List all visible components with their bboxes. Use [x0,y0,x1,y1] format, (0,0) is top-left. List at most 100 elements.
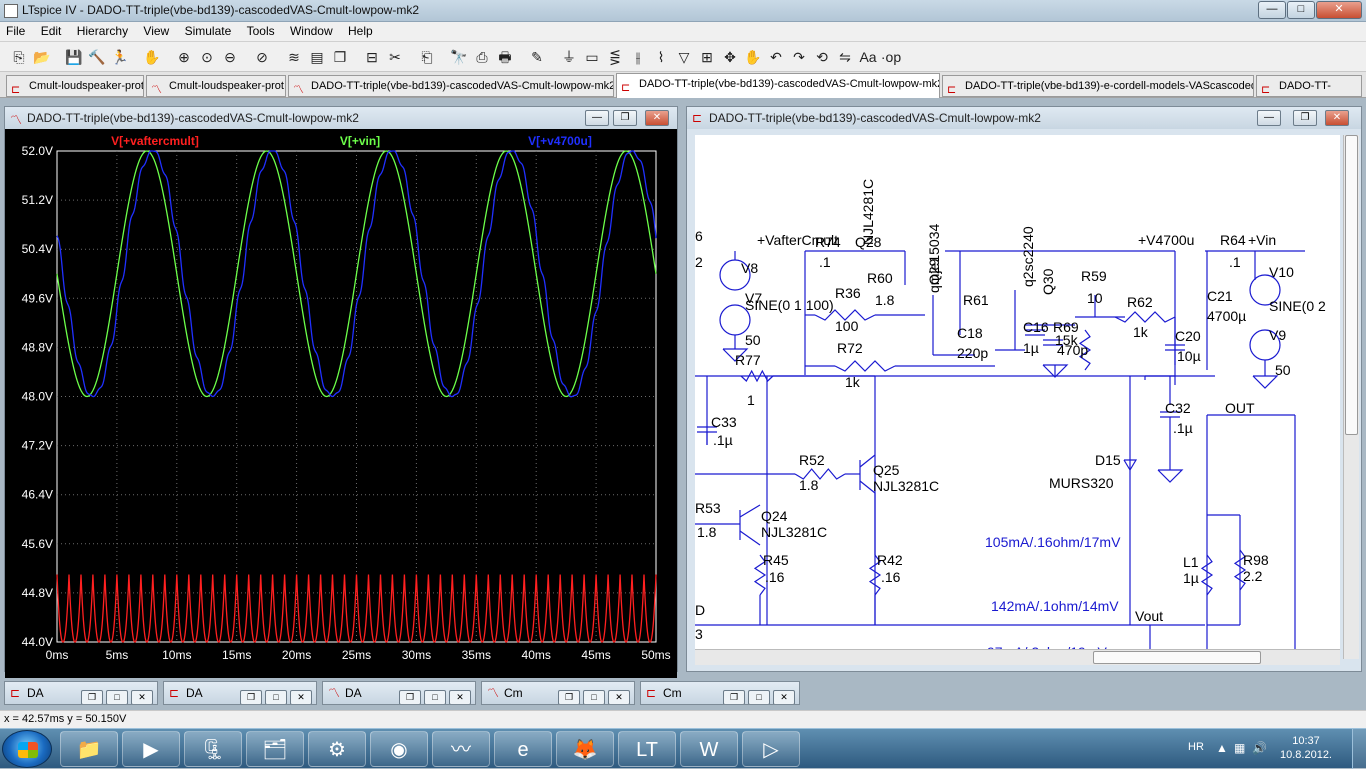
menu-window[interactable]: Window [284,22,339,40]
ground-symbol[interactable] [1252,375,1279,389]
volume-icon[interactable]: 🔊 [1252,741,1267,755]
open-icon[interactable]: ⎘ [8,46,30,68]
schematic-minimize-button[interactable]: — [1257,110,1281,126]
mirror-icon[interactable]: ⇋ [834,46,856,68]
waveform-chart[interactable]: 0ms 5ms 10ms 15ms 20ms 25ms 30ms 35ms 40ms 45ms 50… [5,129,677,673]
maximize-icon[interactable]: □ [265,690,287,704]
waveform-close-button[interactable]: ✕ [645,110,669,126]
autorange-icon[interactable]: ≋ [283,46,305,68]
tab-cmult-loudspeaker-prot-schematic[interactable]: ⊏ Cmult-loudspeaker-prot [6,75,144,97]
menu-file[interactable]: File [0,22,31,40]
halt-icon[interactable]: ✋ [141,46,163,68]
restore-icon[interactable]: ❐ [81,690,103,704]
waveform-restore-button[interactable]: ❐ [613,110,637,126]
cascade-icon[interactable]: ❐ [329,46,351,68]
language-indicator[interactable]: HR [1188,741,1204,753]
find-icon[interactable]: 🔭 [448,46,470,68]
explorer-icon[interactable]: 📁 [60,731,118,767]
redo-icon[interactable]: ↷ [788,46,810,68]
restore-icon[interactable]: ❐ [558,690,580,704]
network-icon[interactable]: ▦ [1234,741,1245,755]
vertical-scroll-thumb[interactable] [1345,135,1358,435]
ground-symbol[interactable] [1157,469,1184,483]
horizontal-scroll-thumb[interactable] [1093,651,1261,664]
minimize-button[interactable]: — [1258,1,1286,19]
clock[interactable]: 10:37 10.8.2012. [1276,734,1336,762]
archive-icon[interactable]: 🗜 [184,731,242,767]
menu-hierarchy[interactable]: Hierarchy [71,22,134,40]
cut-icon[interactable]: ✂ [384,46,406,68]
waveform-plot[interactable]: 0ms 5ms 10ms 15ms 20ms 25ms 30ms 35ms 40ms 45ms 50… [5,129,677,681]
zoom-full-icon[interactable]: ⊘ [251,46,273,68]
close-icon[interactable]: ✕ [773,690,795,704]
open-folder-icon[interactable]: 📂 [31,46,53,68]
diode-icon[interactable]: ▽ [673,46,695,68]
tile-horizontal-icon[interactable]: ⊟ [361,46,383,68]
maximize-icon[interactable]: □ [424,690,446,704]
move-icon[interactable]: ✥ [719,46,741,68]
label-icon[interactable]: ▭ [581,46,603,68]
spice-directive-icon[interactable]: ·op [880,46,902,68]
tab-dado-waveform[interactable]: 〽 DADO-TT-triple(vbe-bd139)-cascodedVAS-C… [288,75,614,97]
tool-icon[interactable]: ⚙ [308,731,366,767]
print-setup-icon[interactable]: ⎙ [471,46,493,68]
restore-icon[interactable]: ❐ [240,690,262,704]
inductor-icon[interactable]: ⌇ [650,46,672,68]
component-icon[interactable]: ⊞ [696,46,718,68]
menu-help[interactable]: Help [342,22,379,40]
waveform-minimize-button[interactable]: — [585,110,609,126]
show-desktop-button[interactable] [1352,729,1366,769]
schematic-canvas[interactable]: +VafterCmult R74.1 Q28 NJL4281C qmje15034 Q29… [695,135,1340,659]
zoom-pan-icon[interactable]: ⊙ [196,46,218,68]
copy-icon[interactable]: ⎗ [416,46,438,68]
tab-dado-cordell-schematic[interactable]: ⊏ DADO-TT-triple(vbe-bd139)-e-cordell-mod… [942,75,1254,97]
text-icon[interactable]: Aa [857,46,879,68]
tab-dado-truncated[interactable]: ⊏ DADO-TT- [1256,75,1362,97]
folder-icon[interactable]: 🗂 [246,731,304,767]
ie-icon[interactable]: e [494,731,552,767]
wire[interactable] [739,504,761,518]
menu-simulate[interactable]: Simulate [179,22,238,40]
schematic-wires[interactable]: +VafterCmultR74.1Q28NJL4281Cqmje15034Q29… [695,135,1340,659]
tab-dado-schematic[interactable]: ⊏ DADO-TT-triple(vbe-bd139)-cascodedVAS-C… [616,73,940,98]
save-icon[interactable]: 💾 [63,46,85,68]
control-panel-icon[interactable]: 🔨 [86,46,108,68]
ground-icon[interactable]: ⏚ [558,46,580,68]
drag-icon[interactable]: ✋ [742,46,764,68]
firefox-icon[interactable]: 🦊 [556,731,614,767]
close-icon[interactable]: ✕ [608,690,630,704]
emacs-icon[interactable]: ▷ [742,731,800,767]
zoom-out-icon[interactable]: ⊖ [219,46,241,68]
menu-tools[interactable]: Tools [241,22,281,40]
minimized-window-5[interactable]: ⊏ Cm ❐ □ ✕ [640,681,800,705]
minimized-window-3[interactable]: 〽 DA ❐ □ ✕ [322,681,476,705]
restore-icon[interactable]: ❐ [723,690,745,704]
close-icon[interactable]: ✕ [449,690,471,704]
minimized-window-4[interactable]: 〽 Cm ❐ □ ✕ [481,681,635,705]
close-icon[interactable]: ✕ [290,690,312,704]
close-button[interactable]: ✕ [1316,1,1362,19]
tile-vertical-icon[interactable]: ▤ [306,46,328,68]
schematic-horizontal-scrollbar[interactable] [695,649,1340,665]
oscilloscope-icon[interactable]: 〰 [432,731,490,767]
maximize-icon[interactable]: □ [583,690,605,704]
maximize-icon[interactable]: □ [748,690,770,704]
tray-arrow-icon[interactable]: ▲ [1216,741,1228,755]
wire[interactable] [739,530,761,546]
ltspice-icon[interactable]: LT [618,731,676,767]
maximize-icon[interactable]: □ [106,690,128,704]
wire-icon[interactable]: ✎ [526,46,548,68]
tab-cmult-loudspeaker-prot-waveform[interactable]: 〽 Cmult-loudspeaker-prot [146,75,286,97]
schematic-vertical-scrollbar[interactable] [1343,135,1359,659]
schematic-close-button[interactable]: ✕ [1325,110,1349,126]
minimized-window-1[interactable]: ⊏ DA ❐ □ ✕ [4,681,158,705]
run-icon[interactable]: 🏃 [109,46,131,68]
close-icon[interactable]: ✕ [131,690,153,704]
restore-icon[interactable]: ❐ [399,690,421,704]
media-player-icon[interactable]: ▶ [122,731,180,767]
menu-edit[interactable]: Edit [35,22,68,40]
start-button[interactable] [2,730,52,768]
rotate-icon[interactable]: ⟲ [811,46,833,68]
minimized-window-2[interactable]: ⊏ DA ❐ □ ✕ [163,681,317,705]
undo-icon[interactable]: ↶ [765,46,787,68]
